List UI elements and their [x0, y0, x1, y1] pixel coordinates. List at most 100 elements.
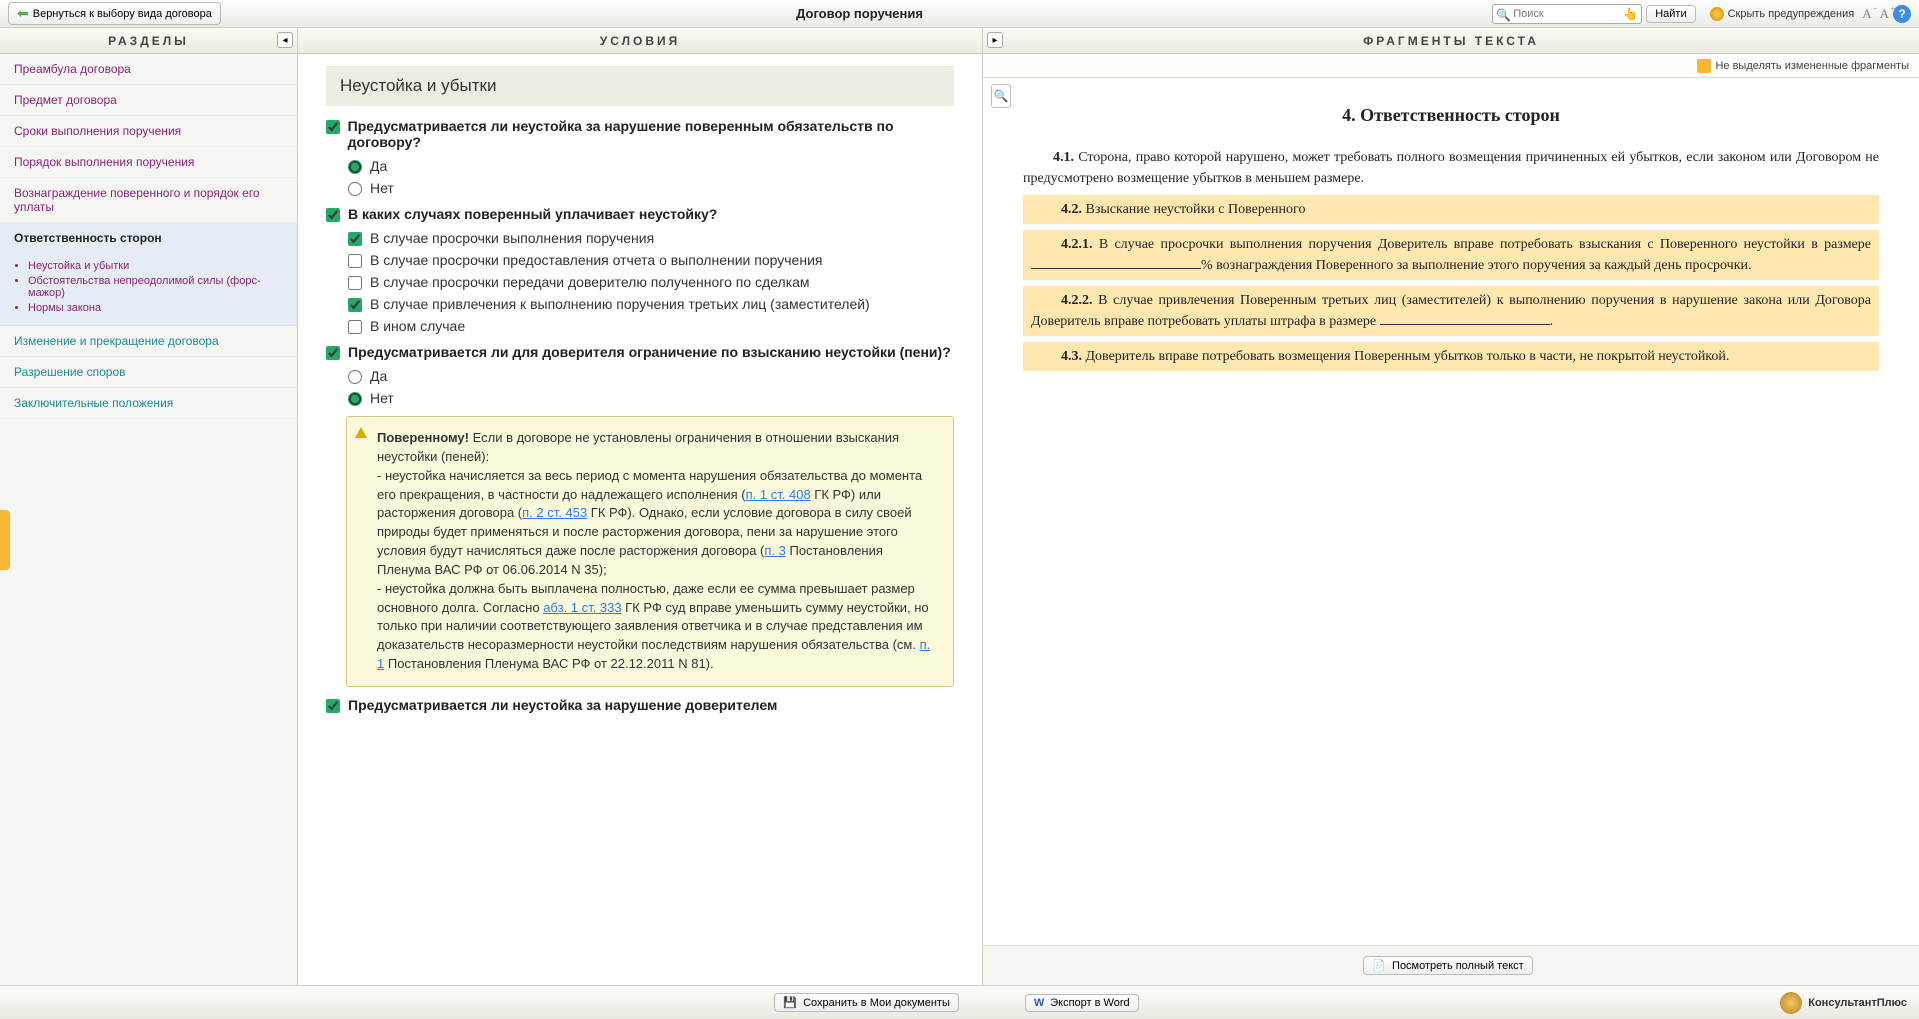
q3-yes-radio[interactable]: [348, 370, 362, 384]
doc-icon: 📄: [1372, 959, 1386, 972]
section-final[interactable]: Заключительные положения: [0, 388, 297, 419]
search-icon: 🔍: [1496, 8, 1511, 22]
q1-toggle[interactable]: [326, 120, 340, 134]
hide-warnings-button[interactable]: Скрыть предупреждения: [1710, 7, 1855, 21]
sections-list: Преамбула договора Предмет договора Срок…: [0, 54, 297, 985]
link-333[interactable]: абз. 1 ст. 333: [543, 600, 621, 615]
q2-o4[interactable]: В случае привлечения к выполнению поруче…: [348, 296, 954, 312]
warn-p2: - неустойка должна быть выплачена полнос…: [377, 580, 939, 674]
conditions-body[interactable]: Неустойка и убытки Предусматривается ли …: [298, 54, 982, 985]
q2-o4-check[interactable]: [348, 298, 362, 312]
picker-icon[interactable]: 👆: [1623, 7, 1638, 21]
sections-column: РАЗДЕЛЫ ◂ Преамбула договора Предмет дог…: [0, 28, 298, 985]
sub-penalty[interactable]: Неустойка и убытки: [28, 260, 297, 272]
q3-options: Да Нет: [348, 368, 954, 406]
fragments-body[interactable]: 4. Ответственность сторон 4.1. Сторона, …: [983, 78, 1919, 945]
save-icon: 💾: [783, 996, 797, 1009]
link-p3[interactable]: п. 3: [764, 543, 786, 558]
bottom-bar: 💾 Сохранить в Мои документы W Экспорт в …: [0, 985, 1919, 1019]
section-procedure[interactable]: Порядок выполнения поручения: [0, 147, 297, 178]
q3-yes[interactable]: Да: [348, 368, 954, 384]
fragments-header: ▸ ФРАГМЕНТЫ ТЕКСТА: [983, 28, 1919, 54]
warning-icon: [355, 427, 367, 438]
clause-4-3: 4.3. Доверитель вправе потребовать возме…: [1023, 342, 1879, 371]
q1-options: Да Нет: [348, 158, 954, 196]
link-453[interactable]: п. 2 ст. 453: [522, 505, 587, 520]
q2-toggle[interactable]: [326, 208, 340, 222]
q2-o3-check[interactable]: [348, 276, 362, 290]
question-2: В каких случаях поверенный уплачивает не…: [326, 206, 954, 222]
link-408[interactable]: п. 1 ст. 408: [746, 487, 811, 502]
conditions-column: УСЛОВИЯ Неустойка и убытки Предусматрива…: [298, 28, 983, 985]
section-liability-active[interactable]: Ответственность сторон: [0, 223, 297, 253]
font-increase-icon[interactable]: A+: [1880, 6, 1889, 22]
sections-header: РАЗДЕЛЫ ◂: [0, 28, 297, 54]
subsection-list: Неустойка и убытки Обстоятельства непрео…: [0, 253, 297, 326]
back-label: Вернуться к выбору вида договора: [33, 8, 212, 20]
search-input[interactable]: [1492, 4, 1642, 24]
warn-p1: - неустойка начисляется за весь период с…: [377, 467, 939, 580]
q3-text: Предусматривается ли для доверителя огра…: [348, 344, 951, 360]
q2-o2-check[interactable]: [348, 254, 362, 268]
export-word-button[interactable]: W Экспорт в Word: [1025, 994, 1139, 1012]
back-button[interactable]: ⬅ Вернуться к выбору вида договора: [8, 2, 221, 25]
sections-collapse-button[interactable]: ◂: [277, 32, 293, 48]
q3-no[interactable]: Нет: [348, 390, 954, 406]
fragments-expand-button[interactable]: ▸: [987, 32, 1003, 48]
fragments-column: ▸ ФРАГМЕНТЫ ТЕКСТА Не выделять измененны…: [983, 28, 1919, 985]
q2-o5-check[interactable]: [348, 320, 362, 334]
brand-text: КонсультантПлюс: [1808, 997, 1907, 1009]
q2-o2[interactable]: В случае просрочки предоставления отчета…: [348, 252, 954, 268]
q2-o1[interactable]: В случае просрочки выполнения поручения: [348, 230, 954, 246]
word-icon: W: [1034, 997, 1044, 1009]
help-icon[interactable]: ?: [1893, 5, 1911, 23]
blank-field-1[interactable]: [1031, 257, 1201, 269]
section-preamble[interactable]: Преамбула договора: [0, 54, 297, 85]
warning-box: Поверенному! Если в договоре не установл…: [346, 416, 954, 687]
q3-toggle[interactable]: [326, 346, 340, 360]
doc-title: Договор поручения: [227, 6, 1492, 21]
section-disputes[interactable]: Разрешение споров: [0, 357, 297, 388]
q1-no-radio[interactable]: [348, 182, 362, 196]
fragments-heading: 4. Ответственность сторон: [1023, 102, 1879, 129]
no-highlight-button[interactable]: Не выделять измененные фрагменты: [1715, 60, 1909, 72]
question-4: Предусматривается ли неустойка за наруше…: [326, 697, 954, 713]
hide-warnings-label: Скрыть предупреждения: [1728, 8, 1855, 20]
section-remuneration[interactable]: Вознаграждение поверенного и порядок его…: [0, 178, 297, 223]
font-decrease-icon[interactable]: A−: [1862, 6, 1871, 22]
find-button[interactable]: Найти: [1646, 5, 1695, 23]
back-arrow-icon: ⬅: [17, 5, 29, 22]
q1-yes-radio[interactable]: [348, 160, 362, 174]
zoom-icon[interactable]: 🔍: [991, 84, 1011, 108]
clause-4-1: 4.1. Сторона, право которой нарушено, мо…: [1023, 147, 1879, 189]
blank-field-2[interactable]: [1380, 313, 1550, 325]
section-subject[interactable]: Предмет договора: [0, 85, 297, 116]
section-deadlines[interactable]: Сроки выполнения поручения: [0, 116, 297, 147]
q2-o3[interactable]: В случае просрочки передачи доверителю п…: [348, 274, 954, 290]
question-3: Предусматривается ли для доверителя огра…: [326, 344, 954, 360]
section-amendments[interactable]: Изменение и прекращение договора: [0, 326, 297, 357]
q2-o1-check[interactable]: [348, 232, 362, 246]
conditions-title: УСЛОВИЯ: [600, 34, 681, 48]
fragments-title: ФРАГМЕНТЫ ТЕКСТА: [1363, 34, 1539, 48]
q2-o5[interactable]: В ином случае: [348, 318, 954, 334]
brand-icon: [1780, 992, 1802, 1014]
brand-logo[interactable]: КонсультантПлюс: [1780, 992, 1907, 1014]
sub-law[interactable]: Нормы закона: [28, 302, 297, 314]
side-handle[interactable]: [0, 510, 10, 570]
save-button[interactable]: 💾 Сохранить в Мои документы: [774, 993, 958, 1012]
sub-force-majeure[interactable]: Обстоятельства непреодолимой силы (форс-…: [28, 275, 297, 299]
question-1: Предусматривается ли неустойка за наруше…: [326, 118, 954, 150]
topbar: ⬅ Вернуться к выбору вида договора Догов…: [0, 0, 1919, 28]
q1-no[interactable]: Нет: [348, 180, 954, 196]
highlight-icon: [1697, 59, 1711, 73]
q1-text: Предусматривается ли неустойка за наруше…: [348, 118, 954, 150]
view-full-text-button[interactable]: 📄 Посмотреть полный текст: [1363, 956, 1532, 975]
search-group: 🔍 👆 Найти: [1492, 4, 1701, 24]
q3-no-radio[interactable]: [348, 392, 362, 406]
q4-text: Предусматривается ли неустойка за наруше…: [348, 697, 777, 713]
q1-yes[interactable]: Да: [348, 158, 954, 174]
clause-4-2: 4.2. Взыскание неустойки с Поверенного: [1023, 195, 1879, 224]
q4-toggle[interactable]: [326, 699, 340, 713]
sections-title: РАЗДЕЛЫ: [108, 34, 189, 48]
